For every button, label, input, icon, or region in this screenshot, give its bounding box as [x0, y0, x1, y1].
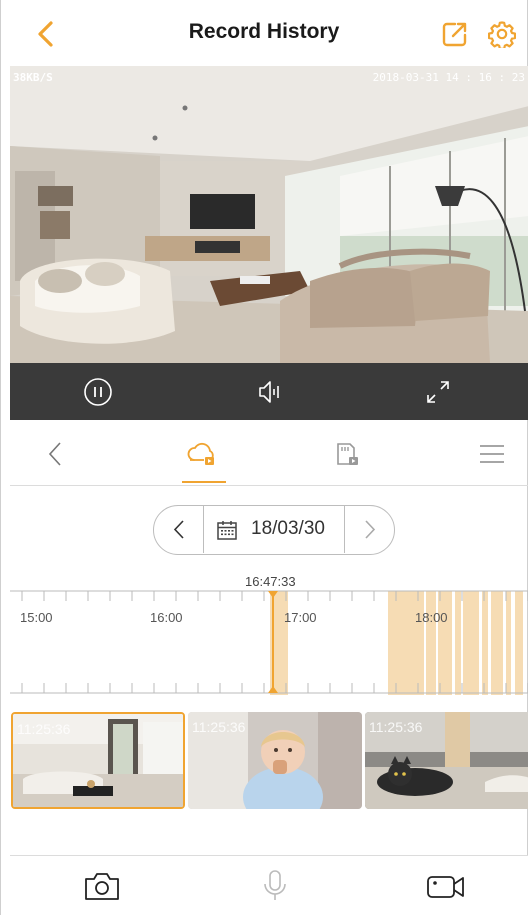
active-tab-indicator	[182, 481, 226, 483]
bitrate-label: 38KB/S	[13, 71, 53, 84]
chevron-right-icon	[365, 520, 376, 539]
next-day-button[interactable]	[344, 506, 394, 553]
thumbnail-time: 11:25:36	[17, 721, 71, 737]
video-frame-image	[10, 66, 528, 363]
gear-icon[interactable]	[488, 20, 516, 48]
microphone-icon[interactable]	[255, 868, 295, 904]
timeline-scrubber[interactable]: 15:00 16:00 17:00 18:00	[10, 589, 528, 695]
player-controls	[10, 363, 528, 420]
thumbnail-time: 11:25:36	[369, 719, 423, 735]
clip-thumbnail[interactable]: 11:25:36	[365, 712, 528, 809]
thumbnail-time: 11:25:36	[192, 719, 246, 735]
selected-date[interactable]: 18/03/30	[251, 518, 325, 540]
previous-day-button[interactable]	[154, 506, 204, 553]
camera-icon[interactable]	[82, 868, 122, 904]
chevron-left-icon	[173, 520, 184, 539]
menu-icon[interactable]	[476, 438, 508, 470]
timeline-label-18: 18:00	[415, 610, 448, 625]
date-picker: 18/03/30	[153, 505, 395, 555]
bottom-action-bar	[10, 855, 528, 915]
timeline-label-16: 16:00	[150, 610, 183, 625]
playback-tab-bar	[10, 420, 528, 486]
share-icon[interactable]	[441, 20, 469, 48]
clip-thumbnail[interactable]: 11:25:36	[11, 712, 185, 809]
timeline-track	[10, 590, 528, 695]
pause-icon[interactable]	[82, 376, 114, 408]
sd-card-playback-icon[interactable]	[330, 438, 362, 470]
cursor-time-label: 16:47:33	[245, 574, 296, 589]
record-history-screen: Record History 38KB/S 2018-03-31 14: 16…	[0, 0, 528, 915]
clip-thumbnails: 11:25:36 11:25:36 11:25:36	[10, 712, 528, 810]
clip-thumbnail[interactable]: 11:25:36	[188, 712, 362, 809]
recorded-segments	[270, 591, 523, 695]
top-bar: Record History	[1, 0, 527, 66]
video-record-icon[interactable]	[426, 868, 466, 904]
back-icon[interactable]	[40, 438, 72, 470]
video-timestamp: 2018-03-31 14 : 16 : 23	[372, 71, 525, 84]
cloud-playback-icon[interactable]	[186, 438, 218, 470]
timeline-label-17: 17:00	[284, 610, 317, 625]
calendar-icon[interactable]	[216, 519, 238, 541]
timeline-label-15: 15:00	[20, 610, 53, 625]
fullscreen-icon[interactable]	[422, 376, 454, 408]
volume-icon[interactable]	[254, 376, 286, 408]
video-player[interactable]: 38KB/S 2018-03-31 14 : 16 : 23	[10, 66, 528, 363]
